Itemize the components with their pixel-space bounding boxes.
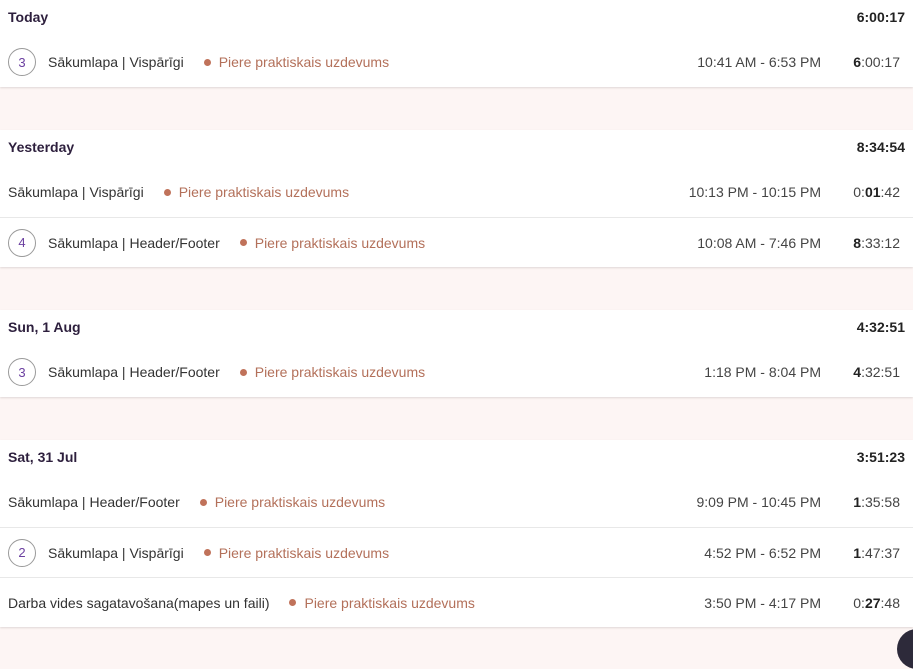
task-name[interactable]: Darba vides sagatavošana(mapes un faili)	[8, 595, 269, 611]
time-range[interactable]: 1:18 PM - 8:04 PM	[704, 364, 821, 380]
project-dot-icon	[199, 498, 207, 506]
day-group: Today 6:00:17 3 Sākumlapa | Vispārīgi Pi…	[0, 0, 913, 87]
time-range[interactable]: 10:08 AM - 7:46 PM	[697, 235, 821, 251]
project-tag[interactable]: Piere praktiskais uzdevums	[289, 594, 475, 611]
entry-count-badge[interactable]: 2	[8, 538, 36, 567]
project-dot-icon	[203, 549, 211, 556]
duration[interactable]: 0:27:48	[853, 595, 900, 611]
entry-count-badge[interactable]: 4	[8, 228, 36, 257]
project-dot-icon	[289, 599, 297, 606]
task-name[interactable]: Sākumlapa | Header/Footer	[8, 494, 180, 510]
project-name: Piere praktiskais uzdevums	[214, 494, 386, 510]
project-name: Piere praktiskais uzdevums	[304, 594, 475, 611]
day-total: 3:51:23	[856, 449, 905, 465]
project-name: Piere praktiskais uzdevums	[218, 54, 390, 70]
day-label: Yesterday	[8, 139, 75, 155]
entry-count-badge[interactable]: 3	[8, 48, 36, 76]
duration[interactable]: 4:32:51	[853, 364, 900, 380]
project-name: Piere praktiskais uzdevums	[254, 364, 426, 380]
time-range[interactable]: 3:50 PM - 4:17 PM	[704, 595, 821, 611]
time-entry[interactable]: Darba vides sagatavošana(mapes un faili)…	[0, 577, 913, 627]
project-dot-icon	[239, 368, 247, 376]
project-name: Piere praktiskais uzdevums	[178, 184, 350, 200]
task-name[interactable]: Sākumlapa | Vispārīgi	[8, 184, 144, 200]
project-tag[interactable]: Piere praktiskais uzdevums	[239, 364, 426, 380]
day-group: Yesterday 8:34:54 Sākumlapa | Vispārīgi …	[0, 130, 913, 267]
day-total: 6:00:17	[856, 9, 905, 25]
project-dot-icon	[239, 239, 247, 246]
task-name[interactable]: Sākumlapa | Header/Footer	[48, 364, 220, 380]
chat-widget-button[interactable]	[897, 629, 913, 669]
day-header: Today 6:00:17	[0, 0, 913, 37]
time-entry[interactable]: 4 Sākumlapa | Header/Footer Piere prakti…	[0, 217, 913, 267]
time-range[interactable]: 4:52 PM - 6:52 PM	[704, 545, 821, 561]
project-tag[interactable]: Piere praktiskais uzdevums	[203, 544, 390, 561]
project-tag[interactable]: Piere praktiskais uzdevums	[203, 54, 390, 70]
duration[interactable]: 8:33:12	[853, 235, 900, 251]
time-entry[interactable]: 3 Sākumlapa | Vispārīgi Piere praktiskai…	[0, 37, 913, 87]
time-range[interactable]: 9:09 PM - 10:45 PM	[696, 494, 821, 510]
duration[interactable]: 6:00:17	[853, 54, 900, 70]
project-name: Piere praktiskais uzdevums	[254, 234, 426, 251]
entry-count-badge[interactable]: 3	[8, 358, 36, 386]
day-header: Sun, 1 Aug 4:32:51	[0, 307, 913, 347]
task-name[interactable]: Sākumlapa | Header/Footer	[48, 235, 220, 251]
day-label: Sat, 31 Jul	[8, 449, 78, 465]
duration[interactable]: 1:35:58	[853, 494, 900, 510]
project-dot-icon	[203, 58, 211, 66]
day-header: Sat, 31 Jul 3:51:23	[0, 437, 913, 477]
day-group: Sun, 1 Aug 4:32:51 3 Sākumlapa | Header/…	[0, 310, 913, 397]
time-entry[interactable]: Sākumlapa | Header/Footer Piere praktisk…	[0, 477, 913, 527]
project-tag[interactable]: Piere praktiskais uzdevums	[163, 184, 350, 200]
day-label: Today	[8, 9, 49, 25]
day-label: Sun, 1 Aug	[8, 319, 81, 335]
day-total: 4:32:51	[856, 319, 905, 335]
duration[interactable]: 1:47:37	[853, 545, 900, 561]
duration[interactable]: 0:01:42	[853, 184, 900, 200]
time-range[interactable]: 10:41 AM - 6:53 PM	[697, 54, 821, 70]
day-group: Sat, 31 Jul 3:51:23 Sākumlapa | Header/F…	[0, 440, 913, 627]
task-name[interactable]: Sākumlapa | Vispārīgi	[48, 54, 184, 70]
task-name[interactable]: Sākumlapa | Vispārīgi	[48, 545, 184, 561]
time-entry[interactable]: 2 Sākumlapa | Vispārīgi Piere praktiskai…	[0, 527, 913, 577]
day-total: 8:34:54	[856, 139, 905, 155]
project-dot-icon	[163, 188, 171, 196]
time-range[interactable]: 10:13 PM - 10:15 PM	[689, 184, 821, 200]
time-entry[interactable]: 3 Sākumlapa | Header/Footer Piere prakti…	[0, 347, 913, 397]
project-name: Piere praktiskais uzdevums	[218, 544, 390, 561]
time-entry[interactable]: Sākumlapa | Vispārīgi Piere praktiskais …	[0, 167, 913, 217]
project-tag[interactable]: Piere praktiskais uzdevums	[199, 494, 386, 510]
day-header: Yesterday 8:34:54	[0, 127, 913, 167]
project-tag[interactable]: Piere praktiskais uzdevums	[239, 234, 426, 251]
